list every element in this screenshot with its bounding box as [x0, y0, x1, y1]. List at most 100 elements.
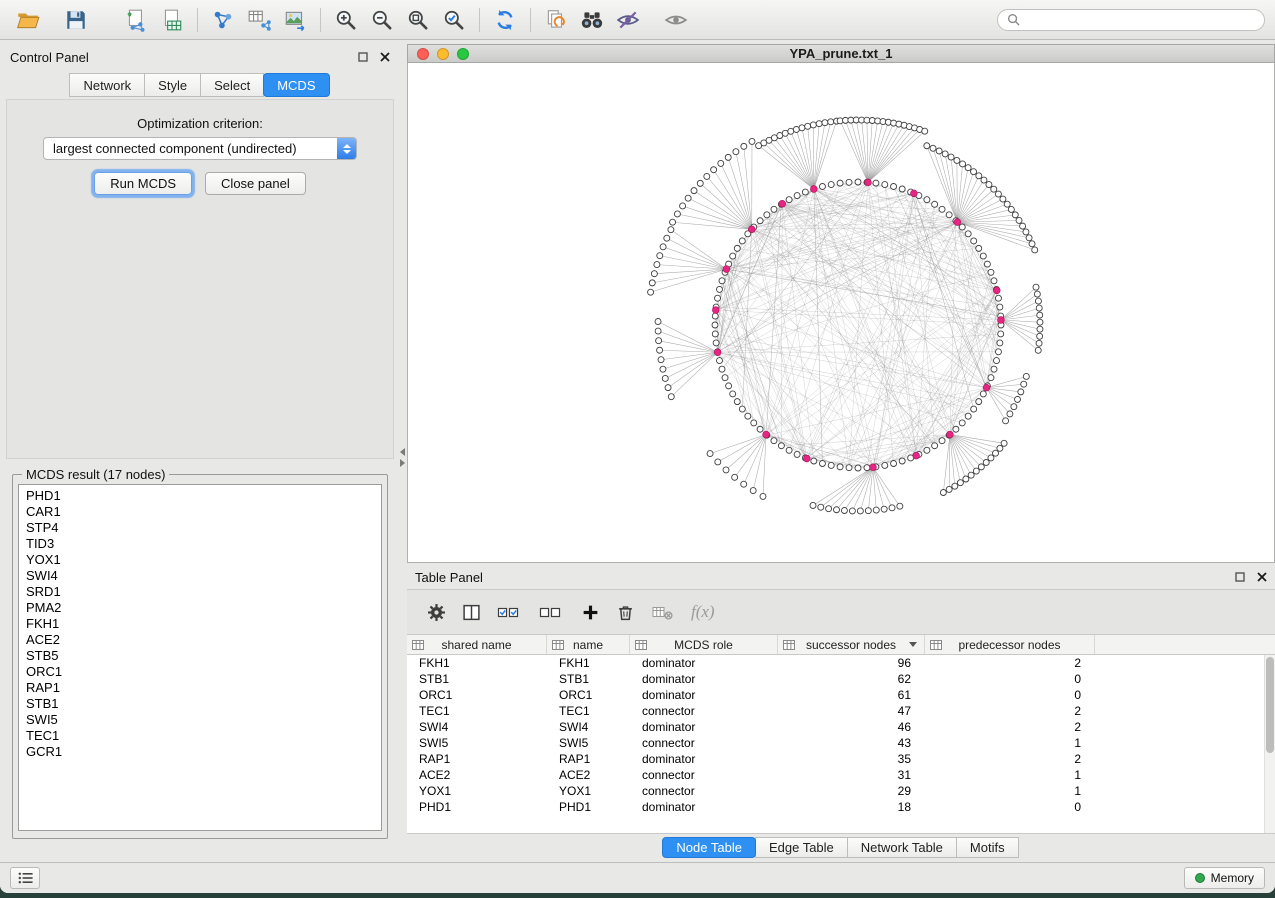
column-header-MCDS-role[interactable]: MCDS role [630, 635, 778, 654]
close-panel-action-button[interactable]: Close panel [205, 172, 306, 195]
table-row[interactable]: ORC1ORC1dominator610 [407, 687, 1264, 703]
table-cell[interactable]: 96 [778, 655, 925, 671]
table-cell[interactable]: 61 [778, 687, 925, 703]
mcds-result-item[interactable]: ACE2 [19, 632, 381, 648]
table-cell[interactable]: PHD1 [407, 799, 547, 815]
table-cell[interactable]: SWI5 [407, 735, 547, 751]
tab-motifs[interactable]: Motifs [956, 837, 1019, 858]
criterion-select[interactable]: largest connected component (undirected) [43, 137, 357, 160]
table-row[interactable]: YOX1YOX1connector291 [407, 783, 1264, 799]
zoom-in-button[interactable] [328, 4, 364, 36]
table-cell[interactable]: STB1 [407, 671, 547, 687]
table-cell[interactable]: connector [630, 735, 778, 751]
table-cell[interactable]: dominator [630, 671, 778, 687]
close-window-button[interactable] [417, 48, 429, 60]
column-header-shared-name[interactable]: shared name [407, 635, 547, 654]
table-cell[interactable]: 43 [778, 735, 925, 751]
scrollbar-thumb[interactable] [1266, 657, 1274, 753]
mcds-result-item[interactable]: STP4 [19, 520, 381, 536]
table-cell[interactable]: 62 [778, 671, 925, 687]
show-details-button[interactable] [658, 4, 694, 36]
table-cell[interactable]: YOX1 [407, 783, 547, 799]
table-cell[interactable]: 35 [778, 751, 925, 767]
table-cell[interactable]: SWI4 [547, 719, 630, 735]
table-cell[interactable]: dominator [630, 751, 778, 767]
table-cell[interactable]: TEC1 [547, 703, 630, 719]
float-panel-button[interactable] [358, 52, 368, 62]
table-cell[interactable]: connector [630, 703, 778, 719]
mcds-result-item[interactable]: STB5 [19, 648, 381, 664]
table-cell[interactable]: 2 [925, 703, 1095, 719]
table-cell[interactable]: SWI5 [547, 735, 630, 751]
table-cell[interactable]: RAP1 [407, 751, 547, 767]
zoom-selected-button[interactable] [436, 4, 472, 36]
zoom-window-button[interactable] [457, 48, 469, 60]
delete-table-button[interactable] [651, 603, 675, 622]
mcds-result-item[interactable]: PHD1 [19, 488, 381, 504]
task-history-button[interactable] [10, 867, 40, 889]
table-row[interactable]: SWI4SWI4dominator462 [407, 719, 1264, 735]
table-cell[interactable]: 1 [925, 783, 1095, 799]
mcds-result-item[interactable]: FKH1 [19, 616, 381, 632]
table-cell[interactable]: STB1 [547, 671, 630, 687]
mcds-result-item[interactable]: TEC1 [19, 728, 381, 744]
zoom-fit-button[interactable] [400, 4, 436, 36]
tab-select[interactable]: Select [200, 73, 264, 97]
table-cell[interactable]: 46 [778, 719, 925, 735]
mcds-result-item[interactable]: SRD1 [19, 584, 381, 600]
new-column-button[interactable] [581, 603, 600, 622]
tab-edge-table[interactable]: Edge Table [755, 837, 848, 858]
column-header-predecessor-nodes[interactable]: predecessor nodes [925, 635, 1095, 654]
table-cell[interactable]: 0 [925, 671, 1095, 687]
table-row[interactable]: RAP1RAP1dominator352 [407, 751, 1264, 767]
network-canvas[interactable] [408, 63, 1274, 563]
import-table-button[interactable] [154, 4, 190, 36]
mcds-result-item[interactable]: PMA2 [19, 600, 381, 616]
table-cell[interactable]: connector [630, 767, 778, 783]
network-from-table-button[interactable] [241, 4, 277, 36]
table-cell[interactable]: 0 [925, 799, 1095, 815]
mcds-result-item[interactable]: TID3 [19, 536, 381, 552]
table-cell[interactable]: ACE2 [547, 767, 630, 783]
table-cell[interactable]: RAP1 [547, 751, 630, 767]
tab-network-table[interactable]: Network Table [847, 837, 957, 858]
close-panel-button[interactable] [380, 52, 390, 62]
search-input[interactable] [1026, 13, 1255, 27]
tab-mcds[interactable]: MCDS [263, 73, 329, 97]
close-table-panel-button[interactable] [1257, 572, 1267, 582]
table-cell[interactable]: FKH1 [407, 655, 547, 671]
float-table-panel-button[interactable] [1235, 572, 1245, 582]
table-cell[interactable]: 2 [925, 655, 1095, 671]
network-titlebar[interactable]: YPA_prune.txt_1 [407, 44, 1275, 63]
tab-network[interactable]: Network [69, 73, 145, 97]
refresh-view-button[interactable] [487, 4, 523, 36]
mcds-result-item[interactable]: GCR1 [19, 744, 381, 760]
table-cell[interactable]: dominator [630, 655, 778, 671]
mcds-result-item[interactable]: SWI5 [19, 712, 381, 728]
table-cell[interactable]: connector [630, 783, 778, 799]
table-cell[interactable]: dominator [630, 719, 778, 735]
tab-node-table[interactable]: Node Table [662, 837, 756, 858]
mcds-result-item[interactable]: CAR1 [19, 504, 381, 520]
search-network-button[interactable] [574, 4, 610, 36]
mcds-result-item[interactable]: STB1 [19, 696, 381, 712]
column-selector-button[interactable] [462, 603, 481, 622]
select-all-button[interactable] [497, 603, 523, 622]
table-cell[interactable]: ORC1 [407, 687, 547, 703]
table-cell[interactable]: ACE2 [407, 767, 547, 783]
table-settings-button[interactable] [427, 603, 446, 622]
table-cell[interactable]: dominator [630, 799, 778, 815]
table-row[interactable]: FKH1FKH1dominator962 [407, 655, 1264, 671]
share-network-button[interactable] [205, 4, 241, 36]
memory-button[interactable]: Memory [1184, 867, 1265, 889]
deselect-all-button[interactable] [539, 603, 565, 622]
hide-details-button[interactable] [610, 4, 646, 36]
mcds-result-item[interactable]: YOX1 [19, 552, 381, 568]
table-row[interactable]: SWI5SWI5connector431 [407, 735, 1264, 751]
table-row[interactable]: TEC1TEC1connector472 [407, 703, 1264, 719]
mcds-result-item[interactable]: RAP1 [19, 680, 381, 696]
function-builder-button[interactable]: f(x) [691, 602, 715, 622]
table-cell[interactable]: 29 [778, 783, 925, 799]
table-scrollbar[interactable] [1264, 655, 1275, 833]
tab-style[interactable]: Style [144, 73, 201, 97]
